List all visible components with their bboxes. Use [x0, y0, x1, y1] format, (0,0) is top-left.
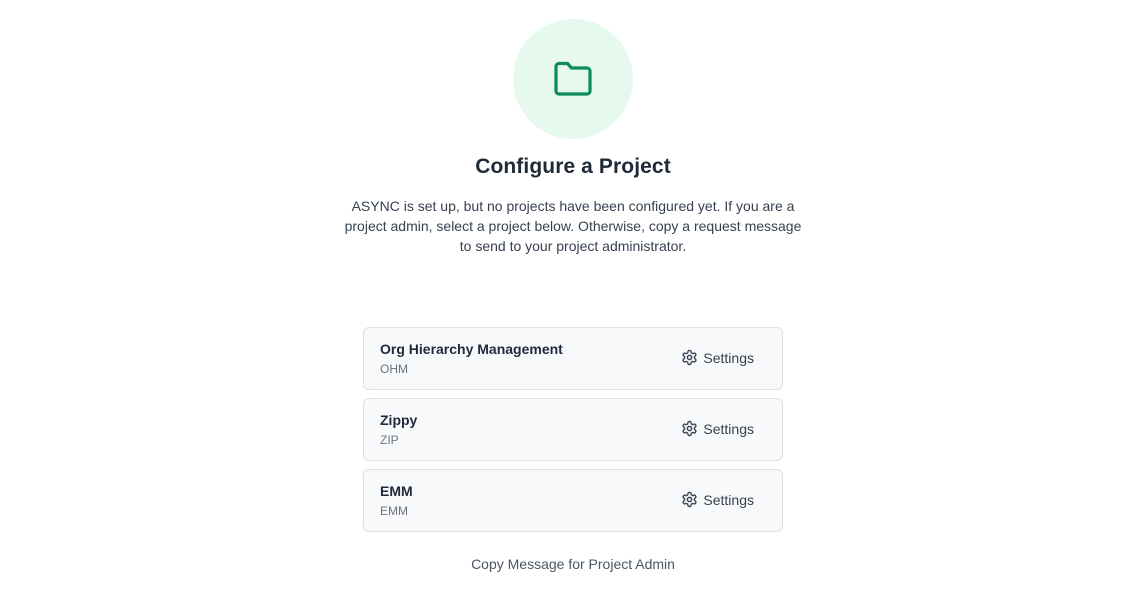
project-list: Org Hierarchy Management OHM Settings Zi…: [363, 327, 783, 540]
settings-label: Settings: [703, 420, 754, 437]
settings-button[interactable]: Settings: [681, 491, 754, 508]
hero-circle: [513, 19, 633, 139]
configure-project-page: Configure a Project ASYNC is set up, but…: [0, 0, 1127, 595]
project-card-zip[interactable]: Zippy ZIP Settings: [363, 398, 783, 461]
gear-icon: [681, 491, 698, 508]
project-key: EMM: [380, 504, 408, 518]
settings-button[interactable]: Settings: [681, 349, 754, 366]
page-title: Configure a Project: [475, 155, 671, 178]
project-name: Org Hierarchy Management: [380, 341, 563, 357]
gear-icon: [681, 420, 698, 437]
gear-icon: [681, 349, 698, 366]
folder-icon: [552, 60, 594, 98]
project-card-emm[interactable]: EMM EMM Settings: [363, 469, 783, 532]
project-name: Zippy: [380, 412, 418, 428]
settings-label: Settings: [703, 491, 754, 508]
settings-button[interactable]: Settings: [681, 420, 754, 437]
project-key: OHM: [380, 362, 408, 376]
project-card-ohm[interactable]: Org Hierarchy Management OHM Settings: [363, 327, 783, 390]
project-key: ZIP: [380, 433, 399, 447]
project-name: EMM: [380, 483, 413, 499]
page-description: ASYNC is set up, but no projects have be…: [344, 198, 802, 254]
settings-label: Settings: [703, 349, 754, 366]
copy-message-button[interactable]: Copy Message for Project Admin: [0, 556, 1127, 572]
